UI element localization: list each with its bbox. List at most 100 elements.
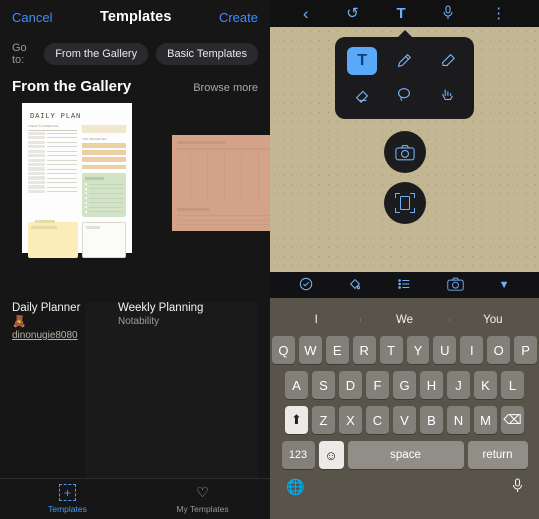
back-icon[interactable]: ‹ <box>303 5 309 22</box>
key-u[interactable]: U <box>433 336 457 364</box>
schedule-slot <box>28 167 78 171</box>
goto-label: Go to: <box>12 42 27 66</box>
gallery-section-header: From the Gallery Browse more <box>0 76 270 103</box>
highlighter-icon <box>441 53 455 67</box>
text-icon: T <box>347 47 378 75</box>
create-button[interactable]: Create <box>219 10 258 25</box>
editor-panel: ‹ ↺ T ⋮ T ▼ I We You Q W E R T Y U I O P… <box>270 0 539 519</box>
tab-templates[interactable]: + Templates <box>0 479 135 519</box>
suggestion-2[interactable]: We <box>360 314 448 326</box>
todo-item <box>85 192 123 195</box>
key-f[interactable]: F <box>366 371 389 399</box>
key-q[interactable]: Q <box>271 336 295 364</box>
list-icon[interactable] <box>397 277 412 293</box>
cancel-button[interactable]: Cancel <box>12 10 52 25</box>
undo-icon[interactable]: ↺ <box>346 6 359 21</box>
microphone-icon[interactable] <box>443 5 453 22</box>
key-k[interactable]: K <box>474 371 497 399</box>
key-e[interactable]: E <box>325 336 349 364</box>
key-a[interactable]: A <box>285 371 308 399</box>
highlighter-tool-option[interactable] <box>426 46 468 76</box>
text-tool-option[interactable]: T <box>341 46 383 76</box>
paint-fill-icon[interactable] <box>348 277 362 293</box>
app-screen: Cancel Templates Create Go to: From the … <box>0 0 539 519</box>
todo-item <box>85 196 123 199</box>
weekly-lower-title <box>177 208 210 211</box>
todo-item <box>85 201 123 204</box>
schedule-slot <box>28 180 78 185</box>
schedule-label: TODAY'S SCHEDULE <box>28 125 59 128</box>
weekly-day-headers <box>172 148 270 151</box>
tab-my-templates[interactable]: ♡ My Templates <box>135 479 270 519</box>
priority-bar <box>82 164 126 170</box>
space-key[interactable]: space <box>347 441 464 469</box>
template-thumbnail-weekly-planning[interactable] <box>172 135 270 231</box>
priority-bar <box>82 157 126 162</box>
numbers-key[interactable]: 123 <box>281 441 315 469</box>
emoji-key[interactable]: ☺ <box>318 441 344 469</box>
key-n[interactable]: N <box>447 406 470 434</box>
key-c[interactable]: C <box>366 406 389 434</box>
template-title: Weekly Planning <box>117 302 204 314</box>
text-tool-icon[interactable]: T <box>397 6 406 21</box>
tab-templates-label: Templates <box>48 504 87 514</box>
suggestion-bar: I We You <box>272 304 537 336</box>
eraser-tool-option[interactable] <box>341 80 383 110</box>
date-box <box>82 125 126 133</box>
pen-tool-option[interactable] <box>383 46 425 76</box>
dictation-icon[interactable] <box>512 478 523 497</box>
key-o[interactable]: O <box>487 336 511 364</box>
lasso-tool-option[interactable] <box>383 80 425 110</box>
key-t[interactable]: T <box>379 336 403 364</box>
key-l[interactable]: L <box>501 371 524 399</box>
dismiss-chevron-icon[interactable]: ▼ <box>499 279 510 291</box>
insert-camera-icon[interactable] <box>447 277 464 293</box>
template-thumbnail-daily-planner[interactable]: DAILY PLAN TODAY'S SCHEDULE TOP PRIORITI… <box>22 103 132 259</box>
browse-more-link[interactable]: Browse more <box>193 82 258 94</box>
return-key[interactable]: return <box>467 441 528 469</box>
key-i[interactable]: I <box>460 336 484 364</box>
key-x[interactable]: X <box>339 406 362 434</box>
key-m[interactable]: M <box>474 406 497 434</box>
note-canvas[interactable]: T <box>270 27 539 272</box>
key-w[interactable]: W <box>298 336 322 364</box>
suggestion-3[interactable]: You <box>448 314 537 326</box>
key-p[interactable]: P <box>514 336 538 364</box>
daily-plan-columns: TODAY'S SCHEDULE TOP PRIORITIES <box>28 125 126 218</box>
key-h[interactable]: H <box>420 371 443 399</box>
goto-chip-basic-templates[interactable]: Basic Templates <box>156 43 258 65</box>
daily-plan-bottom-boxes <box>28 220 126 259</box>
key-y[interactable]: Y <box>406 336 430 364</box>
daily-plan-schedule-column: TODAY'S SCHEDULE <box>28 125 78 217</box>
schedule-slot <box>28 185 78 189</box>
key-s[interactable]: S <box>312 371 335 399</box>
hand-tool-option[interactable] <box>426 80 468 110</box>
key-j[interactable]: J <box>447 371 470 399</box>
goto-chip-from-the-gallery[interactable]: From the Gallery <box>44 43 149 65</box>
schedule-slot <box>28 158 78 162</box>
backspace-key[interactable]: ⌫ <box>501 406 524 434</box>
keyboard-row-3: ⬆ Z X C V B N M ⌫ <box>272 406 537 434</box>
schedule-slot <box>28 154 78 158</box>
key-g[interactable]: G <box>393 371 416 399</box>
suggestion-1[interactable]: I <box>272 314 360 326</box>
camera-button[interactable] <box>383 131 426 173</box>
more-options-icon[interactable]: ⋮ <box>491 6 506 21</box>
key-v[interactable]: V <box>393 406 416 434</box>
key-z[interactable]: Z <box>312 406 335 434</box>
keyboard-row-1: Q W E R T Y U I O P <box>271 336 538 364</box>
key-r[interactable]: R <box>352 336 376 364</box>
tool-picker-popup: T <box>335 37 474 119</box>
template-author[interactable]: dinonugie8080 <box>12 330 85 341</box>
shift-key[interactable]: ⬆ <box>285 406 308 434</box>
checkmark-circle-icon[interactable] <box>299 277 313 293</box>
schedule-slot <box>28 149 78 153</box>
schedule-slot <box>28 145 78 149</box>
globe-icon[interactable]: 🌐 <box>286 478 305 497</box>
key-d[interactable]: D <box>339 371 362 399</box>
scan-document-icon <box>394 193 415 213</box>
bottom-tabbar: + Templates ♡ My Templates <box>0 478 270 519</box>
key-b[interactable]: B <box>420 406 443 434</box>
scan-document-button[interactable] <box>383 182 426 224</box>
gallery-thumbnails: DAILY PLAN TODAY'S SCHEDULE TOP PRIORITI… <box>0 103 270 298</box>
